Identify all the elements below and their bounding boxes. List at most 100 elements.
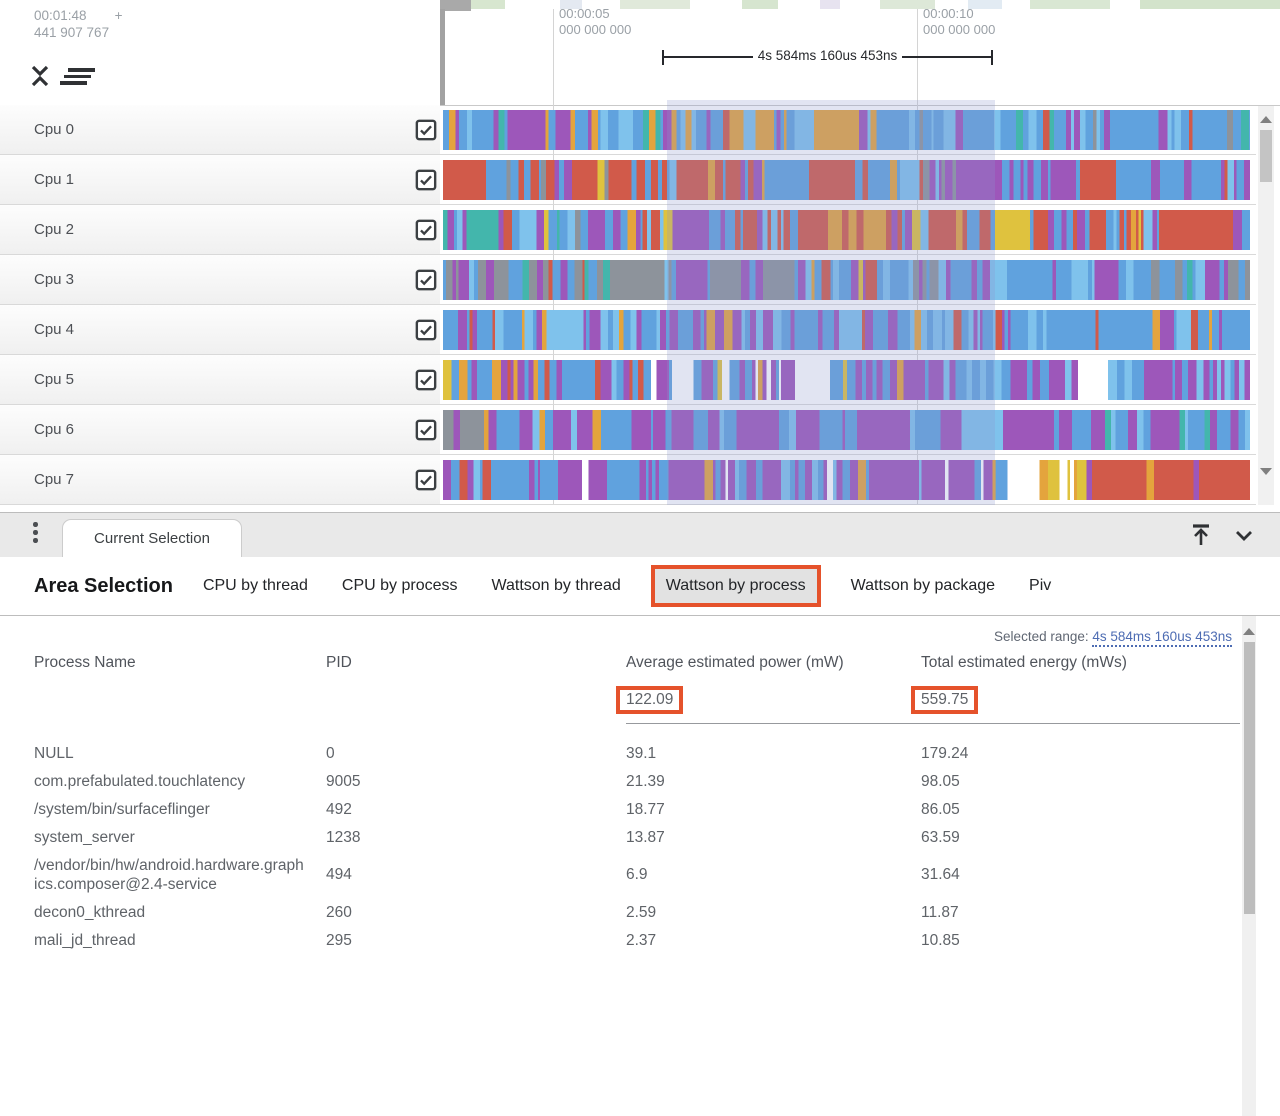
cell-pid: 9005 <box>326 767 626 795</box>
cell-name: decon0_kthread <box>34 898 326 926</box>
track-label: Cpu 6 <box>34 405 74 454</box>
tab-menu-icon[interactable] <box>33 522 39 546</box>
time-tick-label: 00:00:10000 000 000 <box>923 6 995 38</box>
cell-pid: 1238 <box>326 823 626 851</box>
cell-avg_power: 2.37 <box>626 926 921 954</box>
expand-panel-fully-icon[interactable] <box>1188 521 1214 554</box>
track-label: Cpu 5 <box>34 355 74 404</box>
span-line-right <box>902 56 991 58</box>
track-row-cpu-3[interactable]: Cpu 3 <box>0 255 1280 305</box>
track-checkbox[interactable] <box>415 169 437 191</box>
track-row-cpu-0[interactable]: Cpu 0 <box>0 105 1280 155</box>
track-label: Cpu 3 <box>34 255 74 304</box>
time-ruler[interactable]: 00:01:48+ 441 907 767 4s 584ms 160us 453… <box>0 0 1280 106</box>
track-slices[interactable] <box>443 360 1250 400</box>
panel-title: Area Selection <box>34 575 173 598</box>
tab-cpu-by-process[interactable]: CPU by process <box>342 577 458 595</box>
track-label: Cpu 0 <box>34 105 74 154</box>
cell-total_energy: 179.24 <box>921 739 1240 767</box>
tracks-scrollbar-thumb[interactable] <box>1260 130 1272 182</box>
bottom-panel-tabstrip: Current Selection <box>0 512 1280 558</box>
tracks-scroll-up-icon[interactable] <box>1260 116 1272 123</box>
total-energy: 559.75 <box>911 686 978 714</box>
overview-segment <box>742 0 778 9</box>
track-row-cpu-5[interactable]: Cpu 5 <box>0 355 1280 405</box>
cell-avg_power: 18.77 <box>626 795 921 823</box>
panel-scrollbar-thumb[interactable] <box>1244 642 1255 914</box>
tab-wattson-by-thread[interactable]: Wattson by thread <box>491 577 620 595</box>
track-slices[interactable] <box>443 110 1250 150</box>
track-slices[interactable] <box>443 410 1250 450</box>
process-power-table: Process NamePIDAverage estimated power (… <box>34 652 1240 954</box>
column-header: Process Name <box>34 652 326 674</box>
track-checkbox[interactable] <box>415 269 437 291</box>
tab-wattson-by-process[interactable]: Wattson by process <box>655 569 817 603</box>
track-checkbox[interactable] <box>415 369 437 391</box>
cell-avg_power: 39.1 <box>626 739 921 767</box>
tracks-scroll-down-icon[interactable] <box>1260 468 1272 475</box>
column-header: PID <box>326 652 626 674</box>
track-row-cpu-7[interactable]: Cpu 7 <box>0 455 1280 505</box>
cell-name: NULL <box>34 739 326 767</box>
overview-segment <box>1140 0 1280 9</box>
cell-total_energy: 63.59 <box>921 823 1240 851</box>
track-row-cpu-2[interactable]: Cpu 2 <box>0 205 1280 255</box>
track-checkbox[interactable] <box>415 219 437 241</box>
column-header: Average estimated power (mW) <box>626 652 921 674</box>
collapse-all-tracks-icon[interactable] <box>28 63 52 94</box>
track-label: Cpu 7 <box>34 455 74 504</box>
cell-name: mali_jd_thread <box>34 926 326 954</box>
span-line-left <box>664 56 753 58</box>
cell-total_energy: 11.87 <box>921 898 1240 926</box>
cell-pid: 492 <box>326 795 626 823</box>
tracks-scrollbar[interactable] <box>1258 106 1274 505</box>
cell-total_energy: 98.05 <box>921 767 1240 795</box>
cell-pid: 260 <box>326 898 626 926</box>
analysis-tabs: CPU by thread CPU by process Wattson by th… <box>203 569 1051 603</box>
panel-scroll-up-icon[interactable] <box>1243 628 1255 635</box>
track-slices[interactable] <box>443 210 1250 250</box>
track-slices[interactable] <box>443 310 1250 350</box>
cell-pid: 0 <box>326 739 626 767</box>
cell-total_energy: 10.85 <box>921 926 1240 954</box>
perfetto-trace-viewer: 00:01:48+ 441 907 767 4s 584ms 160us 453… <box>0 0 1280 1116</box>
tab-current-selection[interactable]: Current Selection <box>62 519 242 559</box>
track-slices[interactable] <box>443 460 1250 500</box>
collapse-panel-icon[interactable] <box>1232 521 1256 554</box>
cell-avg_power: 2.59 <box>626 898 921 926</box>
cell-name: system_server <box>34 823 326 851</box>
flatten-tracks-icon[interactable] <box>60 68 95 88</box>
cell-name: /system/bin/surfaceflinger <box>34 795 326 823</box>
overview-segment <box>820 0 840 9</box>
selected-range-value[interactable]: 4s 584ms 160us 453ns <box>1092 629 1232 647</box>
track-slices[interactable] <box>443 160 1250 200</box>
track-checkbox[interactable] <box>415 469 437 491</box>
track-label: Cpu 1 <box>34 155 74 204</box>
track-checkbox[interactable] <box>415 119 437 141</box>
cell-total_energy: 86.05 <box>921 795 1240 823</box>
track-slices[interactable] <box>443 260 1250 300</box>
tab-piv[interactable]: Piv <box>1029 577 1051 595</box>
track-checkbox[interactable] <box>415 319 437 341</box>
selected-range-label: Selected range: <box>994 629 1089 644</box>
tab-wattson-by-package[interactable]: Wattson by package <box>851 577 995 595</box>
cell-avg_power: 21.39 <box>626 767 921 795</box>
panel-scrollbar[interactable] <box>1242 616 1256 1116</box>
track-row-cpu-6[interactable]: Cpu 6 <box>0 405 1280 455</box>
tab-cpu-by-thread[interactable]: CPU by thread <box>203 577 308 595</box>
total-avg-power: 122.09 <box>616 686 683 714</box>
cell-name: /vendor/bin/hw/android.hardware.graphics… <box>34 851 326 898</box>
cell-avg_power: 13.87 <box>626 823 921 851</box>
track-row-cpu-4[interactable]: Cpu 4 <box>0 305 1280 355</box>
track-checkbox[interactable] <box>415 419 437 441</box>
viewport-origin-timestamp: 00:01:48+ 441 907 767 <box>34 7 122 41</box>
selected-range-readout: Selected range: 4s 584ms 160us 453ns <box>994 629 1232 644</box>
overview-segment <box>1030 0 1110 9</box>
time-tick-label: 00:00:05000 000 000 <box>559 6 631 38</box>
track-row-cpu-1[interactable]: Cpu 1 <box>0 155 1280 205</box>
column-header: Total estimated energy (mWs) <box>921 652 1240 674</box>
cell-total_energy: 31.64 <box>921 861 1240 889</box>
timeline-tracks-area[interactable]: Cpu 0Cpu 1Cpu 2Cpu 3Cpu 4Cpu 5Cpu 6Cpu 7 <box>0 105 1280 505</box>
viewport-left-edge-handle[interactable] <box>440 9 445 105</box>
cell-name: com.prefabulated.touchlatency <box>34 767 326 795</box>
